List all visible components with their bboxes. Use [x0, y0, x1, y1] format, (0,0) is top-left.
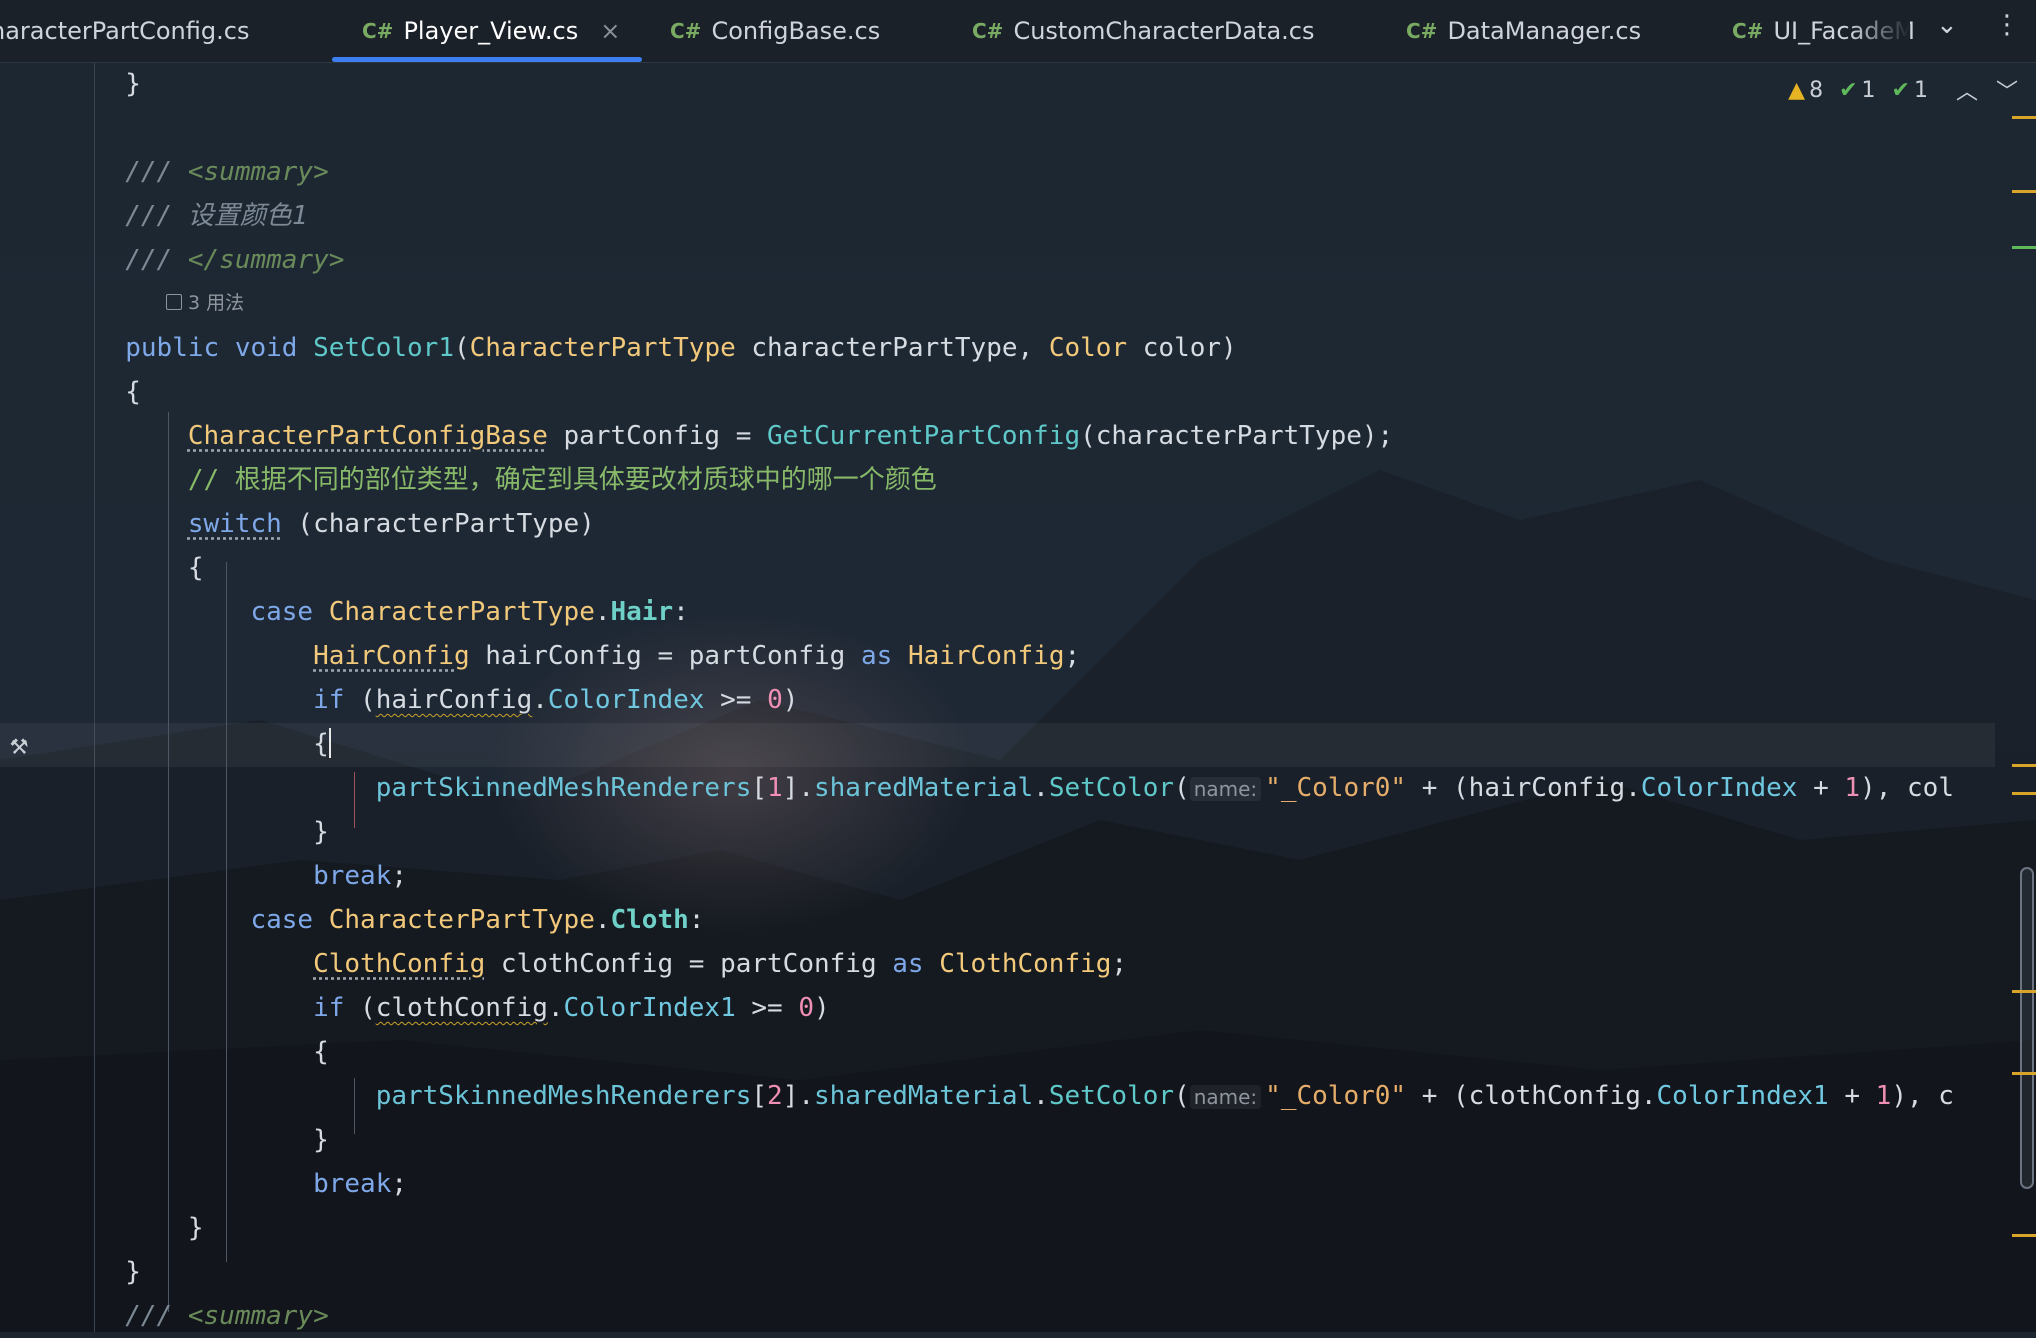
text-caret — [328, 728, 331, 758]
csharp-file-icon: C# — [972, 19, 1004, 43]
tab-customcharacterdata[interactable]: C# CustomCharacterData.cs — [972, 0, 1315, 62]
tab-characterpartconfig[interactable]: haracterPartConfig.cs — [0, 0, 249, 62]
close-icon[interactable]: × — [600, 17, 620, 45]
usages-icon — [166, 294, 182, 310]
code-line: } — [0, 817, 329, 847]
code-line: } — [0, 1213, 204, 1243]
code-line: partSkinnedMeshRenderers[2].sharedMateri… — [375, 1081, 1954, 1111]
warning-marker[interactable] — [2012, 190, 2036, 193]
warning-marker[interactable] — [2012, 792, 2036, 795]
code-line: case CharacterPartType.Cloth: — [250, 905, 705, 935]
tab-label: DataManager.cs — [1447, 17, 1642, 45]
code-line-current: { — [0, 728, 331, 759]
code-line: break; — [313, 1169, 408, 1199]
code-line: { — [0, 377, 141, 407]
tab-overflow-fade — [1850, 0, 1910, 62]
code-line: break; — [313, 861, 408, 891]
code-line: public void SetColor1(CharacterPartType … — [125, 333, 1237, 363]
csharp-file-icon: C# — [1406, 19, 1438, 43]
tab-label: CustomCharacterData.cs — [1013, 17, 1315, 45]
code-line: } — [0, 1257, 141, 1287]
warning-marker[interactable] — [2012, 1234, 2036, 1237]
tab-label: haracterPartConfig.cs — [0, 17, 250, 45]
code-line: HairConfig hairConfig = partConfig as Ha… — [313, 641, 1081, 671]
tab-configbase[interactable]: C# ConfigBase.cs — [670, 0, 880, 62]
warning-icon: ▲ — [1788, 77, 1806, 103]
inspection-widget[interactable]: ▲ 8 ✔ 1 ✔ 1 ︿ ﹀ — [1788, 74, 2018, 106]
csharp-file-icon: C# — [1732, 19, 1764, 43]
ok-count: 1 — [1861, 77, 1876, 103]
tab-label: ConfigBase.cs — [711, 17, 881, 45]
chevron-up-icon[interactable]: ︿ — [1956, 74, 1978, 106]
code-line: if (hairConfig.ColorIndex >= 0) — [313, 685, 799, 715]
warnings-indicator[interactable]: ▲ 8 — [1788, 78, 1823, 103]
code-line: { — [0, 1037, 329, 1067]
warning-marker[interactable] — [2012, 990, 2036, 993]
code-line: switch (characterPartType) — [187, 509, 595, 539]
warning-marker[interactable] — [2012, 1072, 2036, 1075]
code-line: ClothConfig clothConfig = partConfig as … — [313, 949, 1128, 979]
code-line: } — [0, 1125, 329, 1155]
chevron-down-icon[interactable]: ﹀ — [1996, 74, 2018, 106]
ok-marker[interactable] — [2012, 246, 2036, 249]
code-line: partSkinnedMeshRenderers[1].sharedMateri… — [375, 773, 1954, 803]
tab-player-view[interactable]: C# Player_View.cs × — [331, 0, 643, 62]
vertical-scrollbar[interactable] — [2020, 867, 2034, 1189]
code-line: } — [125, 69, 141, 99]
code-line: if (clothConfig.ColorIndex1 >= 0) — [313, 993, 830, 1023]
code-line: // 根据不同的部位类型，确定到具体要改材质球中的哪一个颜色 — [187, 465, 937, 495]
check-icon: ✔ — [1839, 77, 1858, 103]
code-line: CharacterPartConfigBase partConfig = Get… — [187, 421, 1394, 451]
chevron-down-icon[interactable]: ⌄ — [1936, 10, 1958, 40]
code-editor[interactable]: ⚒ } /// <summary> /// 设置颜色1 /// </summar… — [0, 62, 2036, 1332]
csharp-file-icon: C# — [362, 19, 394, 43]
code-line: { — [0, 553, 204, 583]
ok-double-indicator[interactable]: ✔ 1 — [1892, 78, 1928, 103]
code-line: /// 设置颜色1 — [125, 201, 308, 231]
warning-marker[interactable] — [2012, 116, 2036, 119]
csharp-file-icon: C# — [670, 19, 702, 43]
warning-marker[interactable] — [2012, 764, 2036, 767]
editor-tab-bar: haracterPartConfig.cs C# Player_View.cs … — [0, 0, 2036, 63]
more-icon[interactable]: ⋮ — [1994, 10, 2020, 40]
warnings-count: 8 — [1809, 77, 1824, 103]
code-line: case CharacterPartType.Hair: — [250, 597, 689, 627]
code-line: /// <summary> — [125, 1301, 329, 1331]
usages-hint[interactable]: 3 用法 — [166, 286, 244, 320]
tab-label: Player_View.cs — [403, 17, 579, 45]
double-check-icon: ✔ — [1891, 77, 1910, 103]
tab-datamanager[interactable]: C# DataManager.cs — [1406, 0, 1641, 62]
code-line: /// </summary> — [125, 245, 345, 275]
code-line: /// <summary> — [125, 157, 329, 187]
ok-indicator[interactable]: ✔ 1 — [1839, 78, 1875, 103]
ok-double-count: 1 — [1913, 77, 1928, 103]
